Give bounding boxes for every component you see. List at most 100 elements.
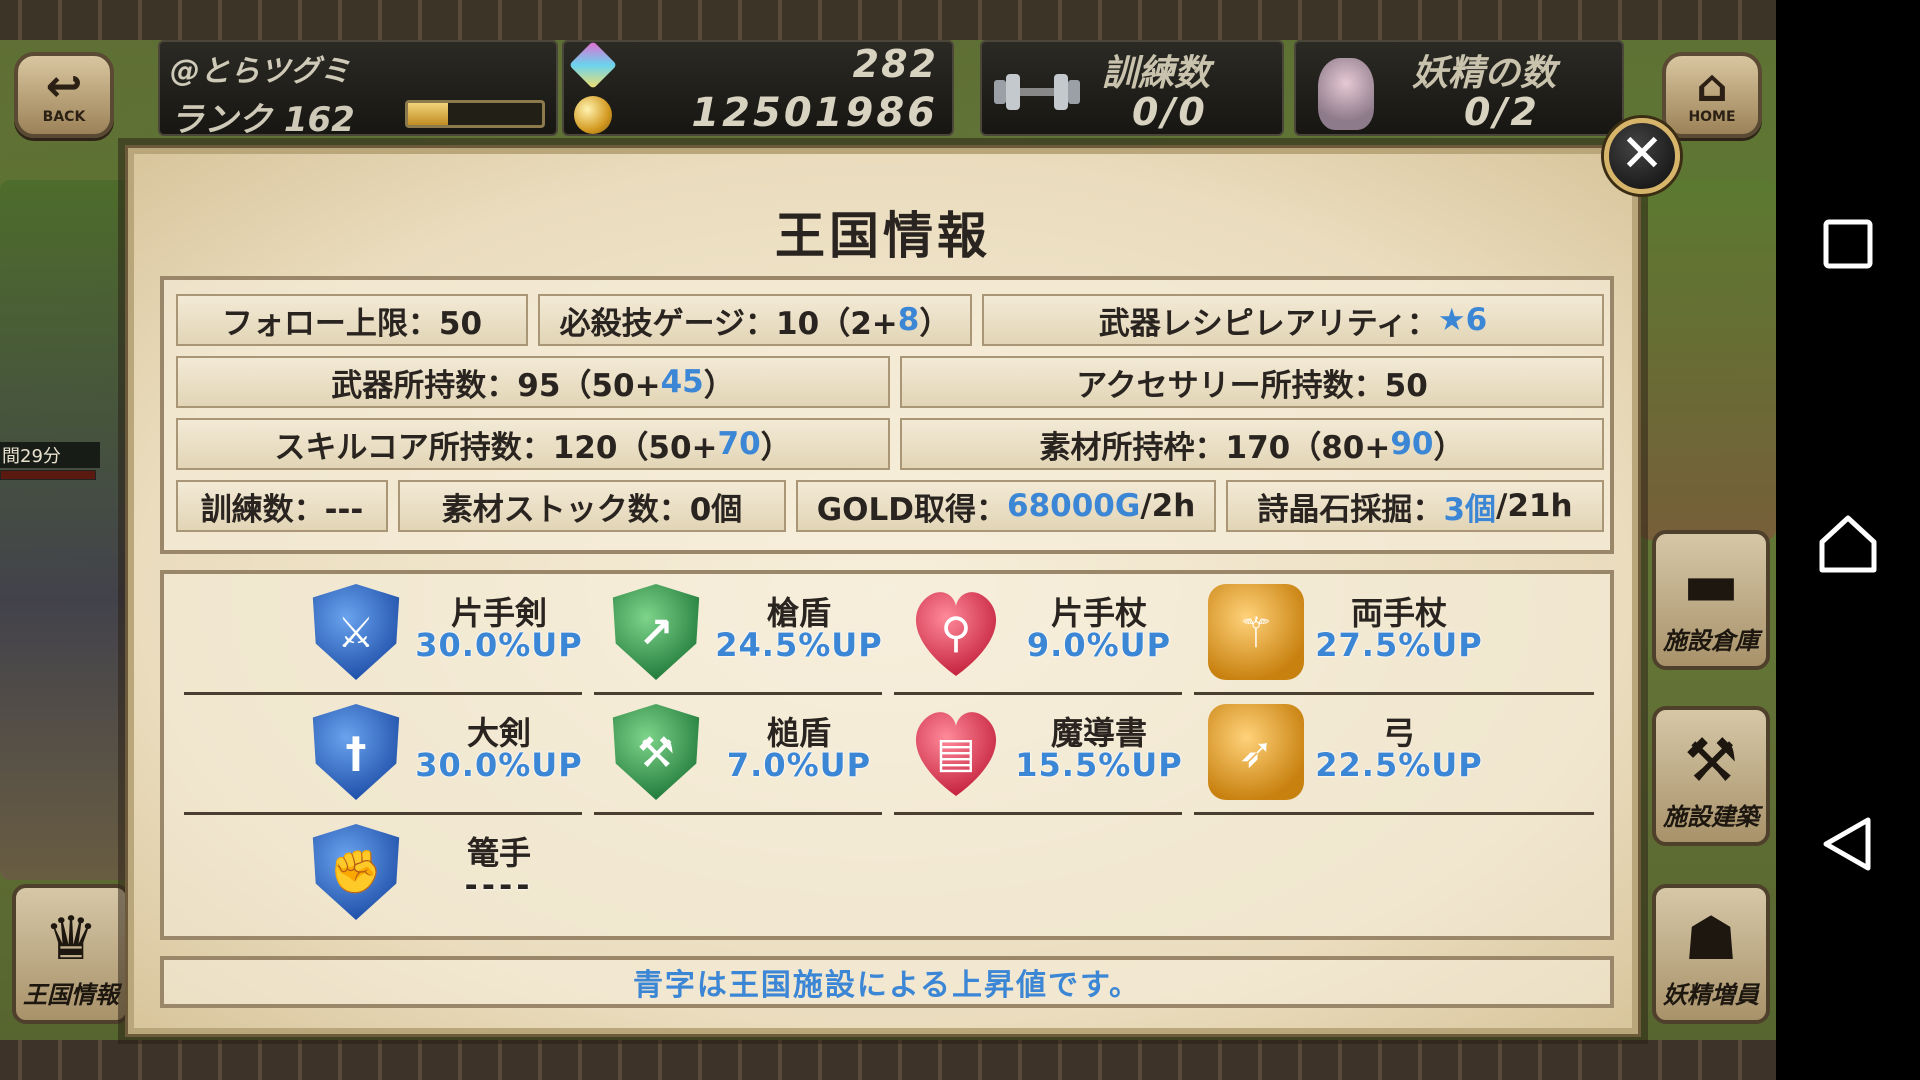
weapon-bonus: 22.5%UP [1315, 746, 1483, 784]
weapon-bow: ➶ 弓 22.5%UP [1208, 704, 1498, 800]
stat-recipe-rarity-text: 武器レシピレアリティ： [1098, 305, 1438, 342]
footer-note: 青字は王国施設による上昇値です。 [160, 956, 1614, 1008]
facility-build-button[interactable]: ⚒ 施設建築 [1652, 706, 1770, 846]
stat-gold-bonus: 68000G [1007, 488, 1141, 524]
weapon-hammer-shield: ⚒ 槌盾 7.0%UP [608, 704, 898, 800]
row-divider [1194, 692, 1594, 695]
weapon-grimoire: ▤ 魔導書 15.5%UP [908, 704, 1198, 800]
stat-skillcore-bonus: 70 [717, 426, 761, 462]
android-nav-bar [1776, 0, 1920, 1080]
stat-gem-mining: 詩晶石採掘： 3個/21h [1226, 480, 1604, 532]
stat-weapons-text: 武器所持数：95（50+ [331, 367, 661, 404]
stat-recipe-rarity: 武器レシピレアリティ： ★6 [982, 294, 1604, 346]
fairy-title: 妖精の数 [1412, 53, 1557, 94]
stat-material-slots-bonus: 90 [1390, 426, 1434, 462]
stat-training: 訓練数：--- [176, 480, 388, 532]
timer-label: 間29分 [0, 442, 100, 468]
row-divider [894, 812, 1182, 815]
stat-follow-limit: フォロー上限：50 [176, 294, 528, 346]
weapon-bonus: 24.5%UP [715, 626, 883, 664]
close-button[interactable]: ✕ [1604, 118, 1680, 194]
bow-icon: ➶ [1208, 704, 1304, 800]
gem-icon [568, 40, 618, 90]
gem-count: 282 [852, 42, 938, 86]
fairy-increase-label: 妖精増員 [1663, 981, 1759, 1009]
village-scenery-left [0, 180, 140, 880]
row-divider [1194, 812, 1594, 815]
hammer-icon: ⚒ [1684, 726, 1738, 796]
back-button[interactable]: ↩ BACK [14, 52, 114, 138]
player-panel: @とらツグミ ランク 162 [158, 40, 558, 140]
recents-button[interactable] [1812, 208, 1884, 280]
weapon-one-handed-staff: ⚲ 片手杖 9.0%UP [908, 584, 1198, 680]
stat-skillcore-suffix: ） [760, 429, 792, 466]
gauntlet-icon: ✊ [312, 824, 400, 920]
stat-gem-suffix: /21h [1496, 488, 1573, 524]
fairy-value: 0/2 [1464, 90, 1540, 134]
two-handed-staff-icon: ⚚ [1208, 584, 1304, 680]
hammer-shield-icon: ⚒ [612, 704, 700, 800]
weapon-spear-shield: ↗ 槍盾 24.5%UP [608, 584, 898, 680]
row-divider [894, 692, 1182, 695]
rank-progress-bar [405, 100, 545, 128]
weapon-bonus: 27.5%UP [1315, 626, 1483, 664]
top-border-pattern [0, 0, 1776, 40]
training-panel[interactable]: 訓練数 0/0 [980, 40, 1284, 136]
stat-special-gauge-suffix: ） [919, 305, 951, 342]
stat-gold-suffix: /2h [1140, 488, 1196, 524]
stat-skillcore-owned: スキルコア所持数：120（50+ 70） [176, 418, 890, 470]
row-divider [184, 812, 582, 815]
weapon-bonus: 30.0%UP [415, 746, 583, 784]
stat-skillcore-text: スキルコア所持数：120（50+ [274, 429, 718, 466]
player-name: @とらツグミ [170, 54, 350, 89]
stat-material-slots-text: 素材所持枠：170（80+ [1039, 429, 1391, 466]
spear-shield-icon: ↗ [612, 584, 700, 680]
gold-count: 12501986 [691, 90, 938, 136]
fairy-increase-button[interactable]: ☗ 妖精増員 [1652, 884, 1770, 1024]
gold-coin-icon [574, 96, 612, 134]
house-icon: ⌂ [1696, 61, 1728, 112]
stat-gem-text: 詩晶石採掘： [1257, 491, 1444, 528]
row-divider [594, 692, 882, 695]
stat-weapons-suffix: ） [703, 367, 735, 404]
weapon-bonus: 15.5%UP [1015, 746, 1183, 784]
stat-material-slots: 素材所持枠：170（80+ 90） [900, 418, 1604, 470]
home-label: HOME [1688, 109, 1736, 125]
stat-gem-bonus: 3個 [1443, 491, 1497, 528]
android-back-button[interactable] [1812, 808, 1884, 880]
stat-special-gauge-text: 必殺技ゲージ：10（2+ [559, 305, 898, 342]
back-arrow-icon: ↩ [45, 61, 83, 112]
bottom-border-pattern [0, 1040, 1776, 1080]
home-outline-icon [1819, 515, 1877, 573]
fairy-icon [1318, 58, 1374, 130]
weapon-bonus: 9.0%UP [1026, 626, 1172, 664]
grimoire-icon: ▤ [908, 704, 1004, 800]
kingdom-info-label: 王国情報 [23, 981, 119, 1009]
fairy-panel[interactable]: 妖精の数 0/2 [1294, 40, 1624, 136]
facility-storage-button[interactable]: ▬ 施設倉庫 [1652, 530, 1770, 670]
row-divider [184, 692, 582, 695]
kingdom-info-button[interactable]: ♛ 王国情報 [12, 884, 130, 1024]
weapon-gauntlet: ✊ 篭手 ---- [308, 824, 598, 920]
storage-box-icon: ▬ [1682, 550, 1740, 620]
currency-panel: 282 12501986 [562, 40, 954, 136]
square-icon [1823, 219, 1873, 269]
facility-storage-label: 施設倉庫 [1663, 627, 1759, 655]
rank-label: ランク 162 [170, 100, 355, 140]
stat-accessories-owned: アクセサリー所持数：50 [900, 356, 1604, 408]
android-home-button[interactable] [1812, 508, 1884, 580]
stat-gold-income: GOLD取得： 68000G/2h [796, 480, 1216, 532]
stat-weapons-bonus: 45 [660, 364, 704, 400]
stat-special-gauge: 必殺技ゲージ：10（2+ 8） [538, 294, 972, 346]
game-screen: 間29分 ↩ BACK @とらツグミ ランク 162 282 12501986 … [0, 0, 1776, 1080]
weapon-bonus: 7.0%UP [726, 746, 872, 784]
home-button[interactable]: ⌂ HOME [1662, 52, 1762, 138]
dialog-title: 王国情報 [775, 207, 991, 265]
stat-special-gauge-bonus: 8 [897, 302, 920, 338]
stat-material-slots-suffix: ） [1433, 429, 1465, 466]
one-handed-staff-icon: ⚲ [908, 584, 1004, 680]
one-handed-sword-icon: ⚔ [312, 584, 400, 680]
weapon-greatsword: † 大剣 30.0%UP [308, 704, 598, 800]
training-value: 0/0 [1132, 90, 1208, 134]
stat-material-stock: 素材ストック数：0個 [398, 480, 786, 532]
